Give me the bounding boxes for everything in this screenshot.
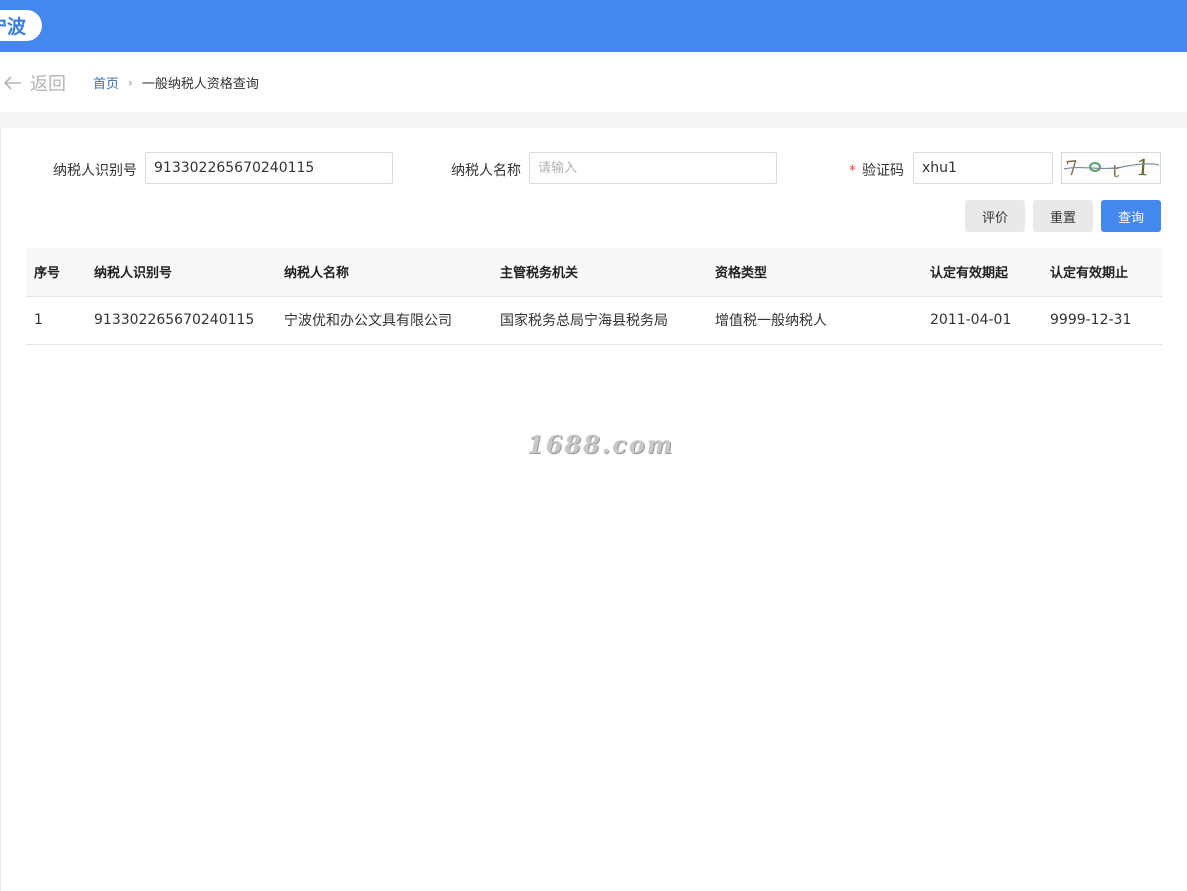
column-header-valid-to: 认定有效期止 — [1042, 248, 1162, 297]
column-header-taxpayer-id: 纳税人识别号 — [86, 248, 276, 297]
table-row: 1 913302265670240115 宁波优和办公文具有限公司 国家税务总局… — [26, 296, 1162, 345]
section-divider — [0, 112, 1187, 128]
region-label: 宁波 — [0, 16, 26, 38]
svg-text:1: 1 — [1135, 156, 1151, 182]
reset-button[interactable]: 重置 — [1033, 200, 1093, 232]
region-badge[interactable]: 宁波 — [0, 10, 42, 41]
column-header-index: 序号 — [26, 248, 86, 297]
captcha-label-wrap: * 验证码 — [849, 160, 904, 180]
taxpayer-id-label: 纳税人识别号 — [53, 163, 137, 179]
breadcrumb-home-link[interactable]: 首页 — [93, 73, 119, 92]
chevron-right-icon: › — [128, 75, 133, 90]
taxpayer-name-input[interactable] — [529, 152, 777, 184]
captcha-graphic: 7 t 1 — [1063, 155, 1160, 182]
evaluate-button[interactable]: 评价 — [965, 200, 1025, 232]
captcha-label: 验证码 — [862, 163, 904, 179]
cell-valid-from: 2011-04-01 — [922, 296, 1042, 345]
arrow-left-icon — [4, 76, 21, 90]
taxpayer-id-input[interactable] — [145, 152, 393, 184]
query-button[interactable]: 查询 — [1101, 200, 1161, 232]
svg-text:t: t — [1112, 161, 1120, 182]
query-panel: 纳税人识别号 纳税人名称 *验证码 7 t 1 评价 重置 查询 序号 纳税 — [0, 128, 1187, 891]
watermark: 1688.com — [527, 430, 675, 459]
breadcrumb-current: 一般纳税人资格查询 — [141, 77, 259, 92]
column-header-valid-from: 认定有效期起 — [922, 248, 1042, 297]
column-header-taxpayer-name: 纳税人名称 — [276, 248, 492, 297]
cell-index: 1 — [26, 296, 86, 345]
table-header-row: 序号 纳税人识别号 纳税人名称 主管税务机关 资格类型 认定有效期起 认定有效期… — [26, 248, 1162, 297]
cell-taxpayer-id: 913302265670240115 — [86, 296, 276, 345]
cell-taxpayer-name: 宁波优和办公文具有限公司 — [276, 296, 492, 345]
cell-valid-to: 9999-12-31 — [1042, 296, 1162, 345]
back-button[interactable]: 返回 — [4, 70, 66, 96]
results-table: 序号 纳税人识别号 纳税人名称 主管税务机关 资格类型 认定有效期起 认定有效期… — [26, 248, 1162, 345]
top-header-bar: 宁波 — [0, 0, 1187, 52]
cell-tax-authority: 国家税务总局宁海县税务局 — [492, 296, 707, 345]
taxpayer-name-label: 纳税人名称 — [451, 163, 521, 179]
captcha-image[interactable]: 7 t 1 — [1061, 152, 1161, 184]
required-asterisk: * — [849, 163, 856, 179]
back-label: 返回 — [30, 74, 66, 95]
breadcrumb: 首页 › 一般纳税人资格查询 — [93, 73, 259, 93]
captcha-input[interactable] — [913, 152, 1053, 184]
navigation-bar: 返回 首页 › 一般纳税人资格查询 — [0, 52, 1187, 112]
column-header-qualification-type: 资格类型 — [707, 248, 922, 297]
cell-qualification-type: 增值税一般纳税人 — [707, 296, 922, 345]
column-header-tax-authority: 主管税务机关 — [492, 248, 707, 297]
